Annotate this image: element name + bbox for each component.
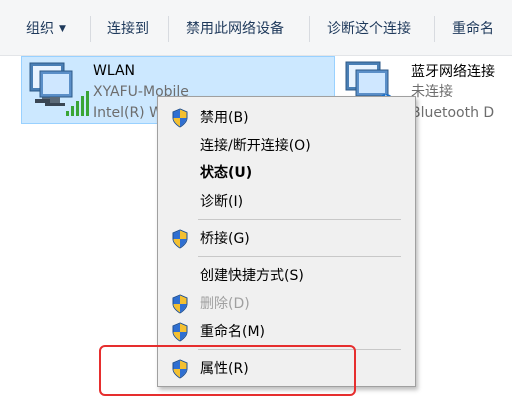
menu-item-label: 创建快捷方式(S) (200, 268, 304, 284)
menu-item-label: 重命名(M) (200, 324, 266, 340)
dropdown-caret-icon: ▼ (59, 24, 66, 34)
diagnose-button[interactable]: 诊断这个连接 (327, 19, 411, 39)
adapter-device: Intel(R) W (93, 105, 163, 121)
adapter-device: Bluetooth D (411, 105, 495, 121)
menu-item-label: 删除(D) (200, 296, 250, 312)
rename-button[interactable]: 重命名 (452, 19, 494, 39)
menu-separator (198, 256, 401, 257)
uac-shield-icon (172, 108, 188, 128)
menu-item-label: 桥接(G) (200, 231, 250, 247)
menu-separator (198, 219, 401, 220)
toolbar-divider (434, 16, 435, 42)
organize-button[interactable]: 组织 ▼ (26, 19, 66, 41)
connect-to-button[interactable]: 连接到 (107, 19, 149, 39)
adapter-name: WLAN (93, 63, 136, 79)
uac-shield-icon (172, 322, 188, 342)
menu-item-label: 连接/断开连接(O) (200, 138, 311, 154)
menu-item-rename[interactable]: 重命名(M) (158, 319, 415, 345)
menu-item-label: 禁用(B) (200, 110, 249, 126)
adapter-status: 未连接 (411, 84, 453, 100)
menu-item-label: 状态(U) (200, 165, 253, 181)
annotation-highlight-box (99, 345, 356, 396)
toolbar-divider (309, 16, 310, 42)
menu-item-disable[interactable]: 禁用(B) (158, 105, 415, 131)
toolbar-divider (168, 16, 169, 42)
uac-shield-icon (172, 229, 188, 249)
context-menu: 禁用(B) 连接/断开连接(O) 状态(U) 诊断(I) 桥接(G) 创建快捷方… (157, 96, 416, 387)
menu-item-connect-disconnect[interactable]: 连接/断开连接(O) (158, 133, 415, 159)
menu-item-create-shortcut[interactable]: 创建快捷方式(S) (158, 263, 415, 289)
menu-item-status[interactable]: 状态(U) (158, 160, 415, 186)
adapter-name: 蓝牙网络连接 (411, 64, 495, 80)
toolbar-divider (90, 16, 91, 42)
uac-shield-icon (172, 294, 188, 314)
menu-item-diagnose[interactable]: 诊断(I) (158, 189, 415, 215)
disable-device-button[interactable]: 禁用此网络设备 (186, 19, 284, 39)
menu-item-delete: 删除(D) (158, 291, 415, 317)
network-adapter-icon (29, 62, 89, 116)
menu-item-bridge[interactable]: 桥接(G) (158, 226, 415, 252)
command-bar: 组织 ▼ 连接到 禁用此网络设备 诊断这个连接 重命名 (0, 0, 512, 56)
organize-label: 组织 (26, 21, 54, 37)
menu-item-label: 诊断(I) (200, 194, 244, 210)
